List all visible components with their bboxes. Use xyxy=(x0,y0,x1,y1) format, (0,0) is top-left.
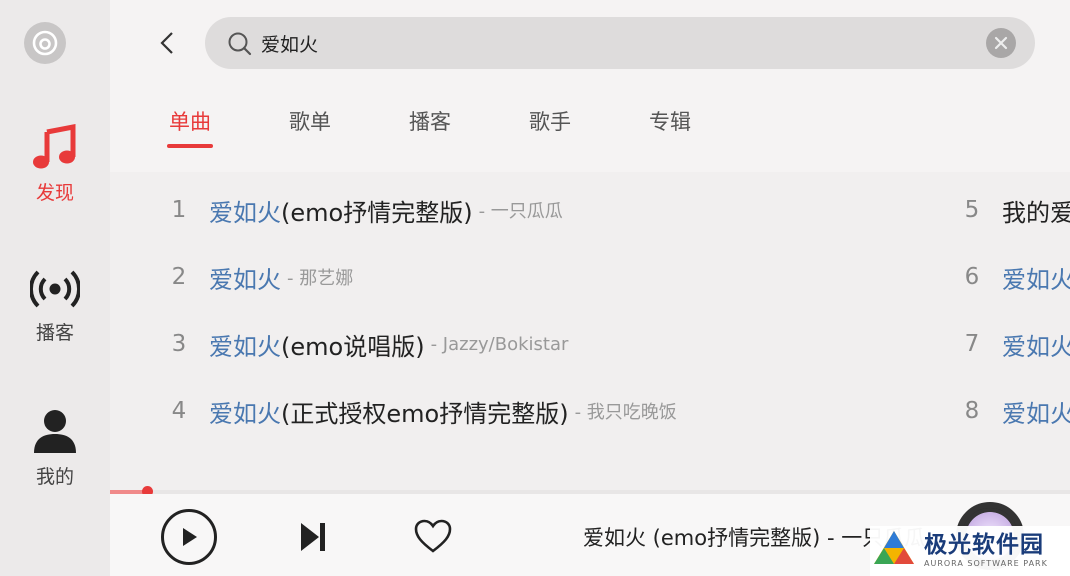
song-index: 3 xyxy=(171,331,187,357)
song-title-highlight: 爱如火 xyxy=(209,265,281,294)
song-artist: - 我只吃晚饭 xyxy=(574,402,677,423)
sidebar-item-label: 播客 xyxy=(35,322,74,344)
like-button[interactable] xyxy=(413,518,453,558)
user-icon xyxy=(34,410,76,453)
tab-label: 单曲 xyxy=(169,110,211,134)
back-button[interactable] xyxy=(152,28,182,58)
song-title: (emo说唱版) xyxy=(281,332,425,361)
watermark-title: 极光软件园 xyxy=(924,532,1044,558)
search-input[interactable] xyxy=(261,26,961,60)
sidebar-item-label: 我的 xyxy=(35,466,74,488)
song-title-highlight: 爱如火 xyxy=(209,332,281,361)
song-title-highlight: 爱如火 xyxy=(209,399,281,428)
song-index: 6 xyxy=(964,264,980,290)
song-index: 1 xyxy=(171,197,187,223)
song-index: 2 xyxy=(171,264,187,290)
song-index: 8 xyxy=(964,398,980,424)
song-title-highlight: 爱如火 xyxy=(1002,332,1070,361)
next-track-button[interactable] xyxy=(298,521,328,557)
song-index: 7 xyxy=(964,331,980,357)
music-note-icon xyxy=(33,124,76,169)
close-icon xyxy=(994,36,1008,50)
chevron-left-icon xyxy=(160,32,173,54)
tab-podcasts[interactable]: 播客 xyxy=(400,106,460,136)
aurora-logo-icon xyxy=(874,531,914,564)
song-title: 我的爱 xyxy=(1002,198,1070,227)
tab-label: 歌单 xyxy=(289,110,331,134)
broadcast-icon xyxy=(30,270,80,308)
tab-artists[interactable]: 歌手 xyxy=(520,106,580,136)
song-results: 1 爱如火 (emo抒情完整版) - 一只瓜瓜 2 爱如火 - 那艺娜 3 爱如… xyxy=(110,172,1070,490)
song-row[interactable]: 4 爱如火 (正式授权emo抒情完整版) - 我只吃晚饭 xyxy=(165,386,677,436)
tab-label: 歌手 xyxy=(529,110,571,134)
song-index: 5 xyxy=(964,197,980,223)
tab-label: 播客 xyxy=(409,110,451,134)
heart-icon xyxy=(414,519,452,553)
song-title-highlight: 爱如火 xyxy=(1002,399,1070,428)
watermark-subtitle: AURORA SOFTWARE PARK xyxy=(924,559,1048,568)
song-title: (emo抒情完整版) xyxy=(281,198,473,227)
song-title-highlight: 爱如火 xyxy=(209,198,281,227)
result-tabs: 单曲 歌单 播客 歌手 专辑 xyxy=(110,106,1070,156)
sidebar: 发现 播客 我的 xyxy=(0,0,110,576)
skip-next-icon xyxy=(301,523,325,551)
song-row[interactable]: 5 我的爱 xyxy=(958,185,1070,235)
song-title: (正式授权emo抒情完整版) xyxy=(281,399,569,428)
song-row[interactable]: 8 爱如火 xyxy=(958,386,1070,436)
search-bar[interactable] xyxy=(205,17,1035,69)
sidebar-item-discover[interactable]: 发现 xyxy=(0,124,110,205)
watermark: 极光软件园 AURORA SOFTWARE PARK xyxy=(870,526,1070,576)
search-icon xyxy=(228,32,252,56)
tab-albums[interactable]: 专辑 xyxy=(640,106,700,136)
play-icon xyxy=(183,528,197,546)
tab-songs[interactable]: 单曲 xyxy=(160,106,220,148)
sidebar-item-label: 发现 xyxy=(35,182,74,204)
clear-search-button[interactable] xyxy=(986,28,1016,58)
song-artist: - Jazzy/Bokistar xyxy=(430,333,569,355)
active-tab-indicator xyxy=(167,144,213,148)
song-artist: - 那艺娜 xyxy=(287,268,354,289)
sidebar-item-mine[interactable]: 我的 xyxy=(0,408,110,489)
song-row[interactable]: 1 爱如火 (emo抒情完整版) - 一只瓜瓜 xyxy=(165,185,563,235)
song-row[interactable]: 2 爱如火 - 那艺娜 xyxy=(165,252,354,302)
tab-playlists[interactable]: 歌单 xyxy=(280,106,340,136)
song-row[interactable]: 6 爱如火 xyxy=(958,252,1070,302)
tab-label: 专辑 xyxy=(649,110,691,134)
play-button[interactable] xyxy=(161,509,217,565)
song-artist: - 一只瓜瓜 xyxy=(478,201,563,222)
song-title-highlight: 爱如火 xyxy=(1002,265,1070,294)
sidebar-item-podcast[interactable]: 播客 xyxy=(0,268,110,345)
netease-logo-icon[interactable] xyxy=(24,22,66,64)
song-row[interactable]: 7 爱如火 xyxy=(958,319,1070,369)
song-row[interactable]: 3 爱如火 (emo说唱版) - Jazzy/Bokistar xyxy=(165,319,569,369)
song-index: 4 xyxy=(171,398,187,424)
